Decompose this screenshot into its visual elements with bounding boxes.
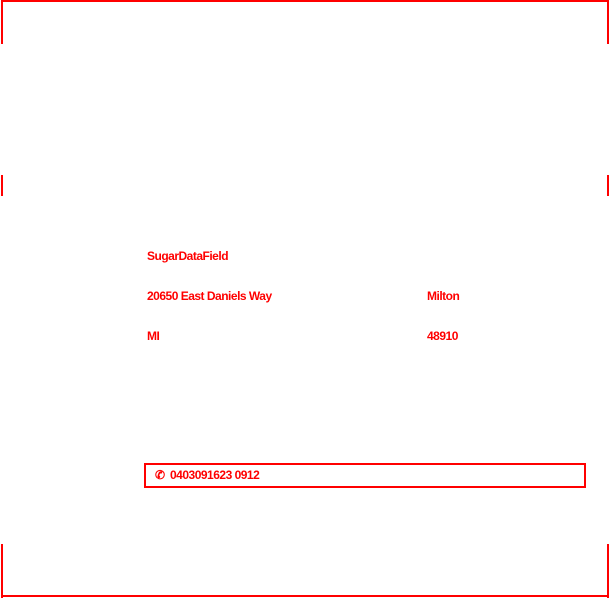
bottom-border-line: [1, 595, 609, 597]
recipient-name: SugarDataField: [147, 249, 229, 263]
bottom-right-tick: [607, 544, 609, 598]
mid-left-tick: [1, 175, 3, 196]
top-left-tick: [1, 0, 3, 44]
top-right-tick: [607, 0, 609, 44]
zip-code: 48910: [427, 329, 458, 343]
barcode-number: 0403091623 0912: [170, 468, 260, 482]
mid-right-tick: [607, 175, 609, 196]
city-label: Milton: [427, 289, 460, 303]
state-code: MI: [147, 329, 160, 343]
barcode-box[interactable]: ✆ 0403091623 0912: [144, 463, 586, 488]
phone-icon: ✆: [155, 468, 166, 482]
street-address: 20650 East Daniels Way: [147, 289, 272, 303]
top-border-line: [1, 0, 609, 2]
bottom-left-tick: [1, 544, 3, 598]
